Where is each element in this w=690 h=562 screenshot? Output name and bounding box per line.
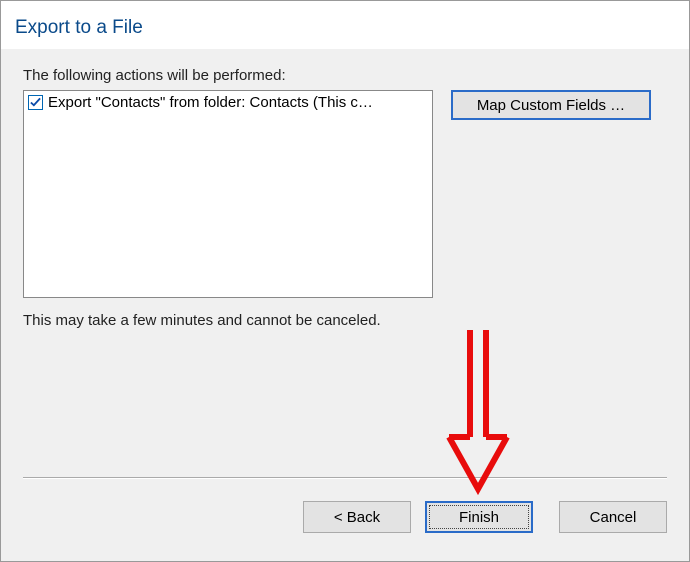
- dialog-footer: < Back Finish Cancel: [1, 479, 689, 561]
- export-wizard-dialog: Export to a File The following actions w…: [0, 0, 690, 562]
- action-item-label: Export "Contacts" from folder: Contacts …: [48, 94, 373, 111]
- checkbox-icon[interactable]: [28, 95, 43, 110]
- actions-row: Export "Contacts" from folder: Contacts …: [23, 90, 667, 298]
- dialog-body: The following actions will be performed:…: [1, 49, 689, 479]
- cancel-button[interactable]: Cancel: [559, 501, 667, 533]
- map-custom-fields-button[interactable]: Map Custom Fields …: [451, 90, 651, 120]
- actions-listbox[interactable]: Export "Contacts" from folder: Contacts …: [23, 90, 433, 298]
- dialog-title: Export to a File: [1, 1, 689, 49]
- instruction-label: The following actions will be performed:: [23, 67, 667, 84]
- action-item[interactable]: Export "Contacts" from folder: Contacts …: [26, 93, 430, 112]
- finish-button[interactable]: Finish: [425, 501, 533, 533]
- spacer: [23, 329, 667, 477]
- back-button[interactable]: < Back: [303, 501, 411, 533]
- warning-note: This may take a few minutes and cannot b…: [23, 312, 667, 329]
